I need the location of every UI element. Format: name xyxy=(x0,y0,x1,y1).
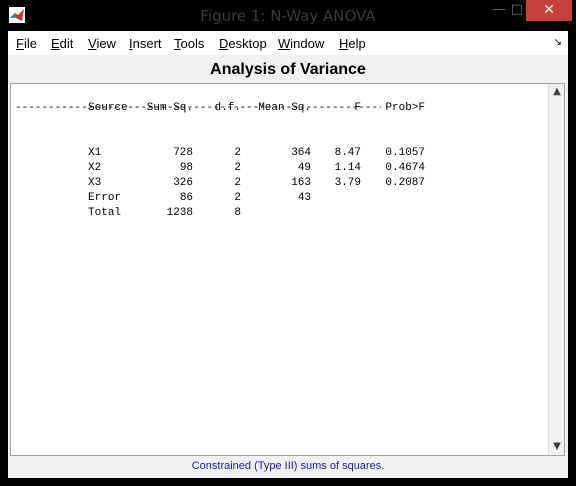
table-row: X1 728 2 364 8.47 0.1057 xyxy=(15,131,425,159)
cell-source: Error xyxy=(88,192,122,204)
menu-desktop-mnemonic: D xyxy=(219,36,229,51)
cell-mean-sq: 49 xyxy=(297,162,312,174)
menu-desktop[interactable]: Desktop xyxy=(219,36,267,51)
table-spacer xyxy=(15,116,425,131)
menu-tools[interactable]: Tools xyxy=(174,36,204,51)
cell-prob: 0.2087 xyxy=(385,177,426,189)
table-header-row: Source Sum Sq. d.f. Mean Sq. F Prob>F xyxy=(15,86,425,114)
title-bar[interactable]: Figure 1: N-Way ANOVA — □ ✕ xyxy=(0,0,576,30)
cell-sum-sq: 1238 xyxy=(166,207,194,219)
anova-table: Source Sum Sq. d.f. Mean Sq. F Prob>F -------… xyxy=(15,86,426,219)
menu-help[interactable]: Help xyxy=(339,36,366,51)
menu-file-label: ile xyxy=(23,36,37,51)
figure-window: Figure 1: N-Way ANOVA — □ ✕ File Edit Vi… xyxy=(0,0,576,486)
cell-mean-sq: 364 xyxy=(291,147,312,159)
cell-prob: 0.1057 xyxy=(385,147,426,159)
anova-table-panel: Source Sum Sq. d.f. Mean Sq. F Prob>F -------… xyxy=(10,83,565,456)
menu-bar: File Edit View Insert Tools Desktop Wind… xyxy=(8,31,568,55)
footer-note: Constrained (Type III) sums of squares. xyxy=(191,460,385,472)
cell-mean-sq: 43 xyxy=(297,192,312,204)
menu-file[interactable]: File xyxy=(16,36,37,51)
menu-edit[interactable]: Edit xyxy=(51,36,73,51)
menu-insert-label: nsert xyxy=(132,36,162,51)
scroll-up-icon[interactable]: ▲ xyxy=(549,84,565,100)
menu-insert[interactable]: Insert xyxy=(129,36,162,51)
cell-source: X1 xyxy=(88,147,102,159)
cell-source: X3 xyxy=(88,177,102,189)
cell-sum-sq: 98 xyxy=(179,162,194,174)
cell-df: 8 xyxy=(234,207,242,219)
menu-window-mnemonic: W xyxy=(278,36,291,51)
vertical-scrollbar[interactable]: ▲ ▼ xyxy=(548,84,564,455)
cell-f: 8.47 xyxy=(334,147,362,159)
figure-area: Analysis of Variance Source Sum Sq. d.f. Me… xyxy=(8,55,568,478)
cell-mean-sq: 163 xyxy=(291,177,312,189)
menu-desktop-label: esktop xyxy=(228,36,267,51)
scroll-down-icon[interactable]: ▼ xyxy=(549,439,565,455)
cell-f: 3.79 xyxy=(334,177,362,189)
menu-help-mnemonic: H xyxy=(339,36,349,51)
menu-edit-mnemonic: E xyxy=(51,36,60,51)
menu-window[interactable]: Window xyxy=(278,36,324,51)
cell-df: 2 xyxy=(234,147,242,159)
cell-source: X2 xyxy=(88,162,102,174)
menu-window-label: indow xyxy=(290,36,325,51)
cell-sum-sq: 326 xyxy=(173,177,194,189)
menu-help-label: elp xyxy=(348,36,366,51)
menu-view[interactable]: View xyxy=(88,36,116,51)
cell-sum-sq: 728 xyxy=(173,147,194,159)
cell-f: 1.14 xyxy=(334,162,362,174)
menu-view-label: iew xyxy=(96,36,116,51)
dock-arrow-icon[interactable]: ↘ xyxy=(554,37,562,48)
anova-heading: Analysis of Variance xyxy=(210,61,366,78)
menu-file-mnemonic: F xyxy=(16,36,24,51)
cell-df: 2 xyxy=(234,162,242,174)
table-separator: ----------------------------------------… xyxy=(15,102,381,114)
cell-df: 2 xyxy=(234,192,242,204)
cell-df: 2 xyxy=(234,177,242,189)
cell-prob: 0.4674 xyxy=(385,162,426,174)
cell-source: Total xyxy=(88,207,122,219)
menu-tools-label: ools xyxy=(180,36,205,51)
menu-edit-label: dit xyxy=(59,36,74,51)
close-button[interactable]: ✕ xyxy=(526,0,572,21)
cell-sum-sq: 86 xyxy=(179,192,194,204)
